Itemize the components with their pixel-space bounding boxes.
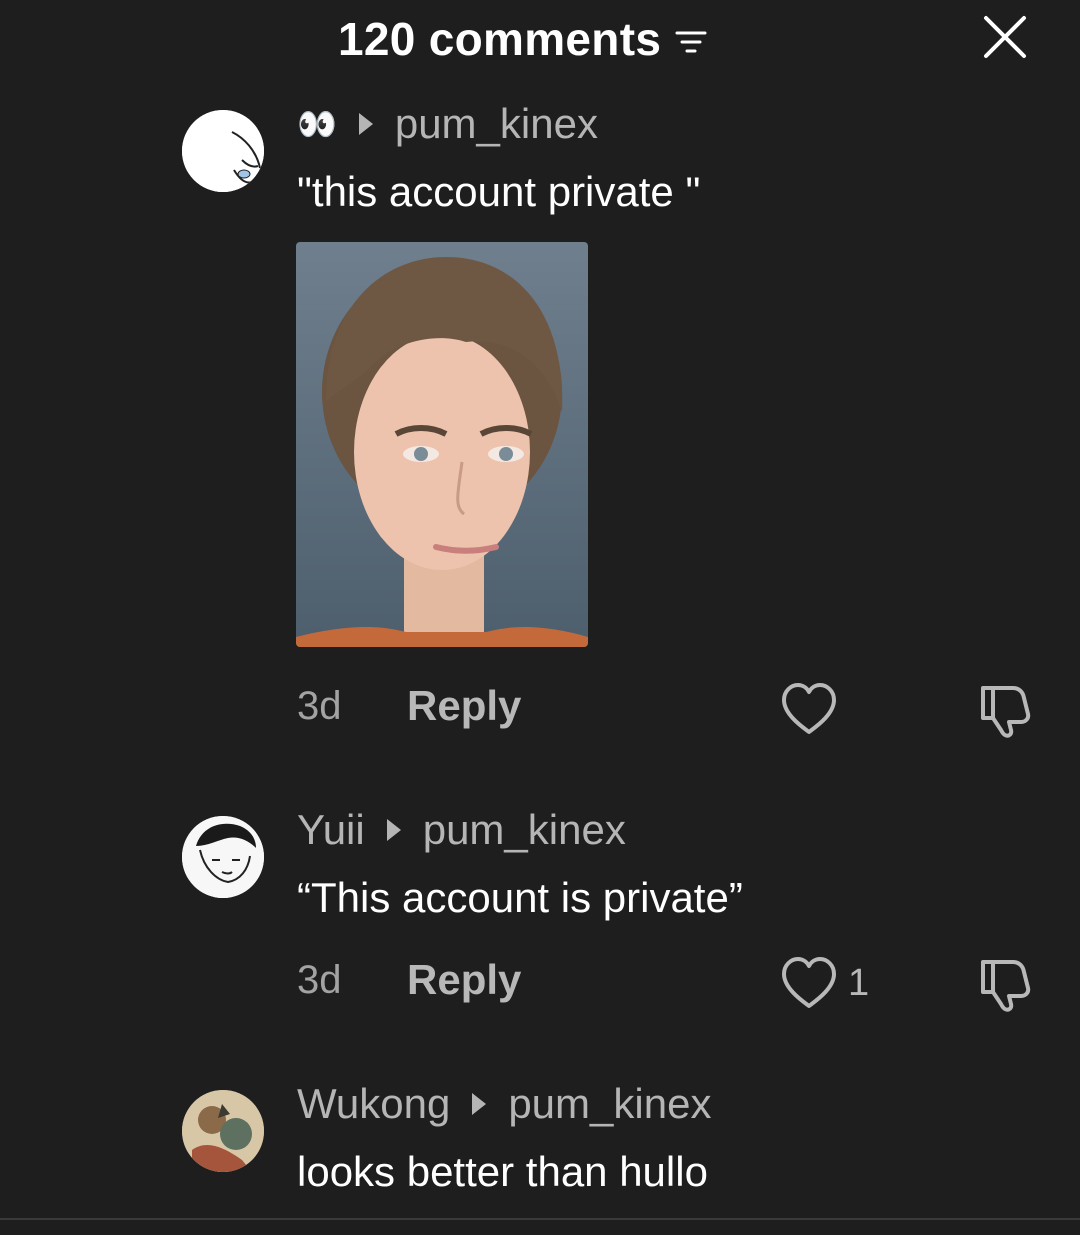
comments-count-title: 120 comments	[338, 13, 662, 65]
reply-button[interactable]: Reply	[407, 956, 521, 1004]
reply-to-username[interactable]: pum_kinex	[423, 806, 626, 854]
like-count: 1	[848, 961, 870, 1004]
thumbs-down-icon	[981, 686, 1031, 738]
author-name[interactable]: Wukong	[297, 1080, 450, 1128]
thumbs-down-icon	[981, 960, 1031, 1012]
comment-meta: 3d Reply	[297, 682, 521, 730]
comment-time: 3d	[297, 957, 342, 1002]
reply-arrow-icon	[386, 819, 401, 841]
avatar-drawing	[182, 816, 264, 898]
author-name[interactable]: 👀	[297, 105, 337, 143]
comment-text: “This account is private”	[297, 874, 743, 921]
reply-to-username[interactable]: pum_kinex	[508, 1080, 711, 1128]
close-icon[interactable]	[982, 14, 1028, 60]
reply-button[interactable]: Reply	[407, 682, 521, 730]
comments-header: 120 comments	[0, 0, 1080, 80]
like-button[interactable]: 1	[780, 956, 869, 1010]
divider	[0, 1218, 1080, 1220]
comment-byline: 👀 pum_kinex	[297, 100, 598, 148]
author-name[interactable]: Yuii	[297, 806, 365, 854]
comment-byline: Yuii pum_kinex	[297, 806, 626, 854]
sort-lines-icon[interactable]	[675, 28, 707, 56]
dislike-button[interactable]	[975, 956, 1035, 1017]
comment-byline: Wukong pum_kinex	[297, 1080, 711, 1128]
title-wrap[interactable]: 120 comments	[338, 12, 707, 66]
avatar-drawing	[182, 110, 264, 192]
avatar[interactable]	[182, 816, 264, 898]
reply-arrow-icon	[472, 1093, 487, 1115]
comment-text: "this account private "	[297, 168, 701, 215]
portrait-photo	[296, 242, 588, 647]
avatar[interactable]	[182, 110, 264, 192]
comment-meta: 3d Reply	[297, 956, 521, 1004]
heart-icon	[782, 957, 836, 1008]
comment-time: 3d	[297, 683, 342, 728]
reply-to-username[interactable]: pum_kinex	[395, 100, 598, 148]
reply-arrow-icon	[358, 113, 373, 135]
heart-icon	[782, 683, 836, 734]
dislike-button[interactable]	[975, 682, 1035, 743]
comment-text: looks better than hullo	[297, 1148, 708, 1195]
like-button[interactable]	[780, 682, 848, 736]
comment-image[interactable]	[296, 242, 588, 647]
avatar-drawing	[182, 1090, 264, 1172]
avatar[interactable]	[182, 1090, 264, 1172]
